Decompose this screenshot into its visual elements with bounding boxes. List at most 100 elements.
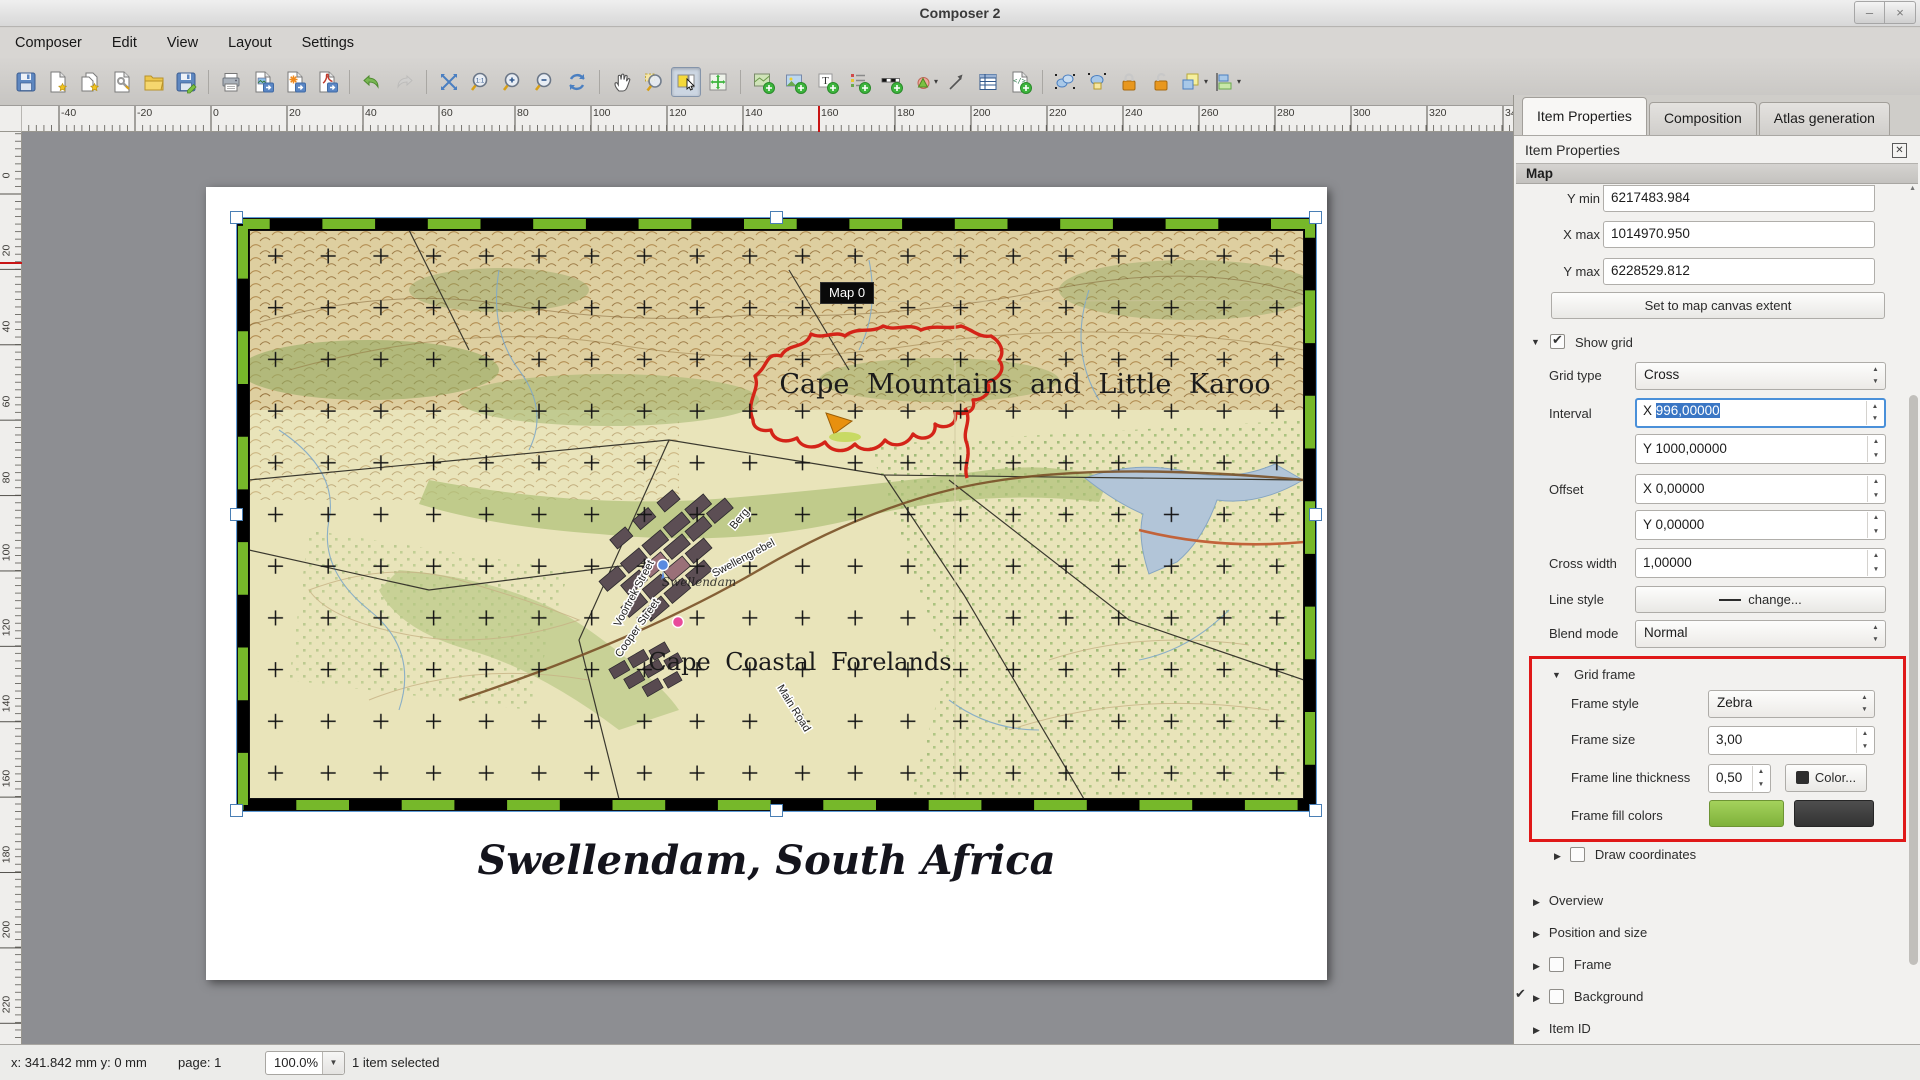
add-arrow-button[interactable] [941, 67, 971, 97]
frame-style-combo[interactable]: Zebra ▲▼ [1708, 690, 1875, 718]
expander-icon[interactable]: ▶ [1533, 1025, 1540, 1035]
zoom-full-button[interactable] [434, 67, 464, 97]
open-template-button[interactable] [139, 67, 169, 97]
tab-composition[interactable]: Composition [1649, 102, 1757, 135]
undo-button[interactable] [357, 67, 387, 97]
unlock-items-button[interactable] [1146, 67, 1176, 97]
menu-layout[interactable]: Layout [213, 31, 287, 55]
lock-items-button[interactable] [1114, 67, 1144, 97]
close-button[interactable]: × [1885, 1, 1916, 24]
composer-canvas[interactable]: Cape Mountains and Little Karoo Cape Coa… [22, 132, 1513, 1044]
chevron-down-icon[interactable]: ▼ [322, 1052, 344, 1074]
export-as-pdf-button[interactable] [312, 67, 342, 97]
show-grid-expander-icon[interactable]: ▼ [1531, 337, 1540, 347]
ungroup-items-button[interactable] [1082, 67, 1112, 97]
composition-page[interactable]: Cape Mountains and Little Karoo Cape Coa… [206, 187, 1327, 980]
redo-button[interactable] [389, 67, 419, 97]
frame-fill-color-2-button[interactable] [1794, 800, 1874, 827]
selection-handle-s[interactable] [770, 804, 783, 817]
composition-manager-button[interactable] [107, 67, 137, 97]
interval-x-field[interactable]: X 996,00000 ▲▼ [1635, 398, 1886, 428]
print-button[interactable] [216, 67, 246, 97]
x-max-field[interactable]: 1014970.950 [1603, 221, 1875, 248]
move-item-content-button[interactable] [703, 67, 733, 97]
selection-handle-sw[interactable] [230, 804, 243, 817]
export-as-svg-button[interactable] [280, 67, 310, 97]
zoom-level-combo[interactable]: 100.0% ▼ [265, 1051, 345, 1075]
section-checkbox[interactable] [1549, 989, 1564, 1004]
chevron-down-icon[interactable]: ▾ [1204, 77, 1208, 86]
menu-edit[interactable]: Edit [97, 31, 152, 55]
menu-composer[interactable]: Composer [0, 31, 97, 55]
section-checkbox[interactable] [1549, 957, 1564, 972]
spinner-arrows-icon[interactable]: ▲▼ [1867, 550, 1884, 576]
add-html-frame-button[interactable]: </> [1005, 67, 1035, 97]
selection-handle-nw[interactable] [230, 211, 243, 224]
map-item[interactable]: Cape Mountains and Little Karoo Cape Coa… [237, 218, 1316, 811]
tab-atlas-generation[interactable]: Atlas generation [1759, 102, 1890, 135]
chevron-down-icon[interactable]: ▾ [1237, 77, 1241, 86]
spinner-arrows-icon[interactable]: ▲▼ [1867, 436, 1884, 462]
add-legend-button[interactable] [844, 67, 874, 97]
cross-width-field[interactable]: 1,00000 ▲▼ [1635, 548, 1886, 578]
zoom-in-button[interactable] [498, 67, 528, 97]
add-attribute-table-button[interactable] [973, 67, 1003, 97]
export-as-image-button[interactable] [248, 67, 278, 97]
spinner-arrows-icon[interactable]: ▲▼ [1867, 476, 1884, 502]
spinner-arrows-icon[interactable]: ▲▼ [1866, 401, 1883, 425]
expander-icon[interactable]: ▶ [1533, 961, 1540, 971]
spinner-arrows-icon[interactable]: ▲▼ [1867, 512, 1884, 538]
show-grid-checkbox[interactable] [1550, 334, 1565, 349]
add-scalebar-button[interactable] [876, 67, 906, 97]
panel-scrollbar[interactable] [1909, 395, 1918, 965]
expander-icon[interactable]: ▶ [1533, 929, 1540, 939]
group-items-button[interactable] [1050, 67, 1080, 97]
section-background[interactable]: ▶Background [1514, 989, 1906, 1021]
panel-close-icon[interactable]: ✕ [1892, 143, 1907, 158]
selection-handle-se[interactable] [1309, 804, 1322, 817]
offset-y-field[interactable]: Y 0,00000 ▲▼ [1635, 510, 1886, 540]
menu-settings[interactable]: Settings [287, 31, 369, 55]
refresh-view-button[interactable] [562, 67, 592, 97]
add-image-button[interactable] [780, 67, 810, 97]
menu-view[interactable]: View [152, 31, 213, 55]
line-style-change-button[interactable]: change... [1635, 586, 1886, 613]
duplicate-composition-button[interactable] [75, 67, 105, 97]
grid-type-combo[interactable]: Cross ▲▼ [1635, 362, 1886, 390]
offset-x-field[interactable]: X 0,00000 ▲▼ [1635, 474, 1886, 504]
selection-handle-ne[interactable] [1309, 211, 1322, 224]
set-to-map-canvas-extent-button[interactable]: Set to map canvas extent [1551, 292, 1885, 319]
blend-mode-combo[interactable]: Normal ▲▼ [1635, 620, 1886, 648]
section-frame[interactable]: ▶Frame [1514, 957, 1906, 989]
new-composition-button[interactable] [43, 67, 73, 97]
select-move-item-button[interactable] [671, 67, 701, 97]
page-title-label[interactable]: Swellendam, South Africa [206, 837, 1327, 884]
zoom-tool-button[interactable] [639, 67, 669, 97]
y-min-field[interactable]: 6217483.984 [1603, 185, 1875, 212]
section-draw-coordinates[interactable]: ▶Draw coordinates [1514, 847, 1906, 879]
scroll-up-icon[interactable]: ▲ [1909, 185, 1916, 192]
pan-button[interactable] [607, 67, 637, 97]
add-label-button[interactable]: T [812, 67, 842, 97]
chevron-down-icon[interactable]: ▾ [934, 77, 938, 86]
expander-icon[interactable]: ▶ [1533, 993, 1540, 1003]
spinner-arrows-icon[interactable]: ▲▼ [1856, 728, 1873, 753]
section-position-and-size[interactable]: ▶Position and size [1514, 925, 1906, 957]
save-as-template-button[interactable] [171, 67, 201, 97]
section-overview[interactable]: ▶Overview [1514, 893, 1906, 925]
minimize-button[interactable]: – [1854, 1, 1885, 24]
selection-handle-n[interactable] [770, 211, 783, 224]
add-shape-button[interactable]: ▾ [908, 67, 939, 97]
frame-line-thickness-field[interactable]: 0,50 ▲▼ [1708, 764, 1771, 793]
save-project-button[interactable] [11, 67, 41, 97]
zoom-out-button[interactable] [530, 67, 560, 97]
frame-fill-color-1-button[interactable] [1709, 800, 1784, 827]
y-max-field[interactable]: 6228529.812 [1603, 258, 1875, 285]
expander-icon[interactable]: ▶ [1533, 897, 1540, 907]
spinner-arrows-icon[interactable]: ▲▼ [1752, 766, 1769, 791]
zoom-1-1-button[interactable]: 1:1 [466, 67, 496, 97]
frame-line-color-button[interactable]: Color... [1785, 764, 1867, 792]
align-items-button[interactable]: ▾ [1211, 67, 1242, 97]
section-checkbox[interactable] [1570, 847, 1585, 862]
grid-frame-expander-icon[interactable]: ▼ [1552, 670, 1561, 680]
